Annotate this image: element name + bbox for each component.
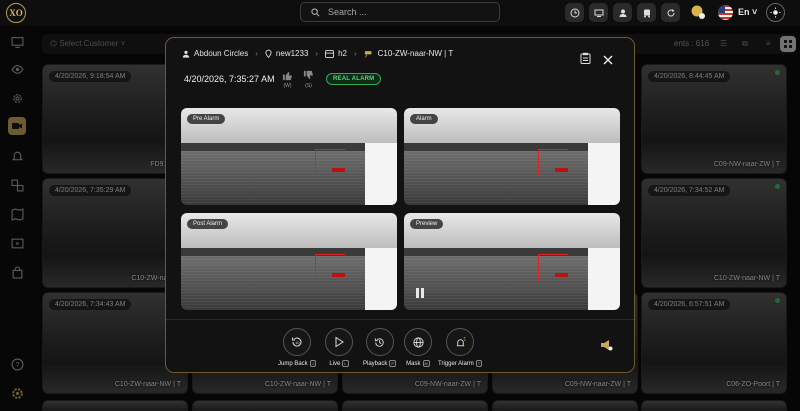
coin-icon xyxy=(691,5,705,19)
search-placeholder: Search ... xyxy=(328,7,367,17)
coin-button[interactable] xyxy=(690,4,706,20)
shortcut-key: T xyxy=(475,360,483,367)
camera-cctv-icon xyxy=(364,50,374,58)
location-pin-icon xyxy=(265,49,272,58)
monitor-icon xyxy=(594,9,603,17)
thumbs-down-shortcut: (S) xyxy=(305,83,312,89)
feed-label: Preview xyxy=(410,219,444,229)
mask-label: Mask xyxy=(406,360,421,367)
pause-icon[interactable] xyxy=(416,288,424,298)
alarm-feed[interactable]: Alarm xyxy=(404,108,620,205)
playback-button[interactable]: Playback P xyxy=(363,328,397,367)
clock-button[interactable] xyxy=(565,3,584,22)
alarm-datetime: 4/20/2026, 7:35:27 AM xyxy=(184,74,275,84)
audio-button[interactable] xyxy=(599,338,613,357)
search-input[interactable]: Search ... xyxy=(300,2,500,22)
post-alarm-feed[interactable]: Post Alarm xyxy=(181,213,397,310)
real-alarm-badge: REAL ALARM xyxy=(326,73,382,85)
live-button[interactable]: Live L xyxy=(325,328,353,367)
thumbs-up-button[interactable]: (W) xyxy=(282,70,293,89)
refresh-icon xyxy=(667,8,675,16)
feedback-buttons: (W) (S) xyxy=(282,70,314,89)
thumbs-down-icon xyxy=(303,70,314,80)
jump-back-icon: 10 xyxy=(291,337,302,347)
pre-alarm-feed[interactable]: Pre Alarm xyxy=(181,108,397,205)
megaphone-icon xyxy=(601,340,613,351)
alarm-detail-modal: Abdoun Circles › new1233 › h2 › C10-ZW-n… xyxy=(165,37,635,373)
breadcrumb-site[interactable]: Abdoun Circles xyxy=(194,49,248,58)
divider xyxy=(166,319,634,320)
playback-label: Playback xyxy=(363,360,388,367)
thumbs-up-shortcut: (W) xyxy=(283,83,292,89)
clock-icon xyxy=(570,8,579,17)
monitor-button[interactable] xyxy=(589,3,608,22)
shortcut-key: J xyxy=(309,360,316,367)
svg-text:10: 10 xyxy=(295,340,300,345)
breadcrumb: Abdoun Circles › new1233 › h2 › C10-ZW-n… xyxy=(182,49,453,58)
play-icon xyxy=(335,336,344,348)
breadcrumb-camera[interactable]: C10-ZW-naar-NW | T xyxy=(378,49,454,58)
feed-label: Post Alarm xyxy=(187,219,229,229)
jump-back-button[interactable]: 10 Jump Back J xyxy=(278,328,316,367)
thumbs-up-icon xyxy=(282,71,293,81)
feed-label: Alarm xyxy=(410,114,438,124)
mask-button[interactable]: Mask M xyxy=(404,328,432,367)
thumbs-down-button[interactable]: (S) xyxy=(303,70,314,89)
chevron-right-icon: › xyxy=(353,49,357,58)
vehicle-icon xyxy=(643,9,650,17)
chevron-right-icon: › xyxy=(315,49,319,58)
language-label: En xyxy=(738,7,750,17)
theme-toggle[interactable] xyxy=(766,3,785,22)
trigger-alarm-button[interactable]: Trigger Alarm T xyxy=(438,328,483,367)
search-icon xyxy=(311,7,320,16)
top-bar: XO Search ... En ˅ xyxy=(0,0,800,26)
zone-icon xyxy=(325,49,335,58)
globe-icon xyxy=(412,336,424,348)
close-button[interactable] xyxy=(603,52,613,70)
chevron-right-icon: › xyxy=(255,49,258,58)
us-flag-icon[interactable] xyxy=(718,5,733,20)
trigger-alarm-label: Trigger Alarm xyxy=(438,360,474,367)
language-select[interactable]: En ˅ xyxy=(738,7,757,17)
breadcrumb-zone[interactable]: h2 xyxy=(338,49,347,58)
app-logo[interactable]: XO xyxy=(6,3,26,23)
shortcut-key: L xyxy=(342,360,349,367)
person-icon xyxy=(182,50,190,58)
refresh-button[interactable] xyxy=(661,3,680,22)
preview-feed[interactable]: Preview xyxy=(404,213,620,310)
clipboard-button[interactable] xyxy=(580,51,591,69)
alarm-icon xyxy=(456,336,466,346)
shortcut-key: M xyxy=(422,360,430,367)
feed-label: Pre Alarm xyxy=(187,114,226,124)
live-label: Live xyxy=(329,360,341,367)
shortcut-key: P xyxy=(389,360,397,367)
clipboard-icon xyxy=(580,52,591,64)
vehicle-button[interactable] xyxy=(637,3,656,22)
sun-icon xyxy=(770,7,781,18)
close-icon xyxy=(603,55,613,65)
breadcrumb-location[interactable]: new1233 xyxy=(276,49,308,58)
user-icon xyxy=(619,9,626,17)
user-button[interactable] xyxy=(613,3,632,22)
history-icon xyxy=(374,337,384,347)
jump-back-label: Jump Back xyxy=(278,360,308,367)
